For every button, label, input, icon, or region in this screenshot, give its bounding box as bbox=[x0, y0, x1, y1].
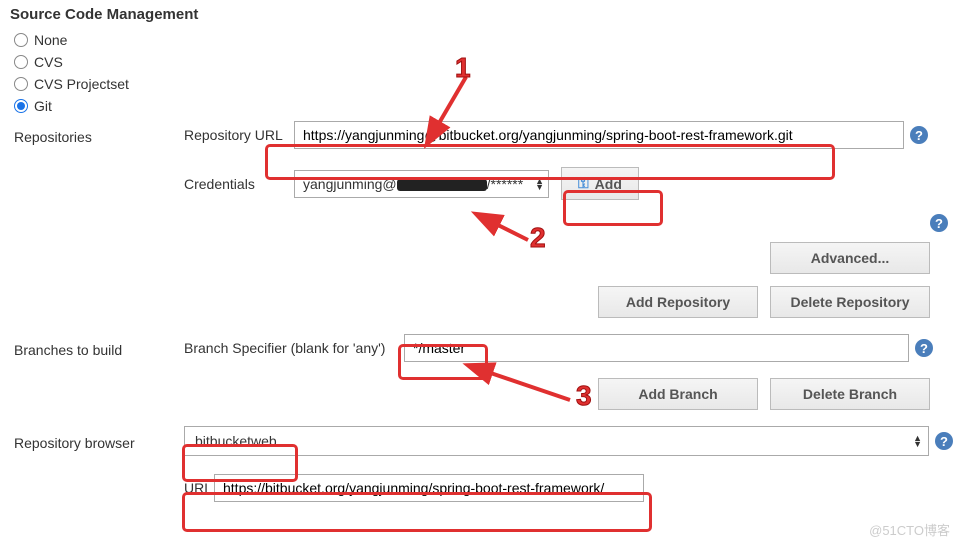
help-icon[interactable]: ? bbox=[935, 432, 953, 450]
credentials-select[interactable]: yangjunming@ /****** ▲▼ bbox=[294, 170, 549, 198]
annotation-number-2: 2 bbox=[530, 222, 546, 254]
scm-option-git[interactable]: Git bbox=[0, 95, 960, 117]
add-repository-button[interactable]: Add Repository bbox=[598, 286, 758, 318]
radio-label: None bbox=[34, 32, 67, 48]
add-branch-button[interactable]: Add Branch bbox=[598, 378, 758, 410]
help-icon[interactable]: ? bbox=[930, 214, 948, 232]
chevron-updown-icon: ▲▼ bbox=[913, 435, 922, 447]
scm-option-cvs-projectset[interactable]: CVS Projectset bbox=[0, 73, 960, 95]
radio-icon bbox=[14, 99, 28, 113]
scm-option-none[interactable]: None bbox=[0, 29, 960, 51]
repo-url-input[interactable] bbox=[294, 121, 904, 149]
repo-browser-label: Repository browser bbox=[14, 431, 184, 451]
scm-option-cvs[interactable]: CVS bbox=[0, 51, 960, 73]
credentials-value: yangjunming@ bbox=[303, 176, 397, 192]
chevron-updown-icon: ▲▼ bbox=[535, 178, 544, 190]
radio-label: Git bbox=[34, 98, 52, 114]
credentials-label: Credentials bbox=[184, 176, 294, 192]
branch-specifier-input[interactable] bbox=[404, 334, 909, 362]
browser-url-input[interactable] bbox=[214, 474, 644, 502]
add-button-label: Add bbox=[595, 176, 622, 192]
branch-specifier-label: Branch Specifier (blank for 'any') bbox=[184, 340, 404, 356]
branches-label: Branches to build bbox=[14, 338, 184, 358]
radio-icon bbox=[14, 77, 28, 91]
delete-branch-button[interactable]: Delete Branch bbox=[770, 378, 930, 410]
repo-browser-select[interactable]: bitbucketweb ▲▼ bbox=[184, 426, 929, 456]
browser-url-label: URL bbox=[184, 480, 214, 496]
repo-browser-value: bitbucketweb bbox=[195, 433, 277, 449]
annotation-number-1: 1 bbox=[455, 52, 471, 84]
help-icon[interactable]: ? bbox=[915, 339, 933, 357]
watermark: @51CTO博客 bbox=[869, 520, 950, 539]
section-title: Source Code Management bbox=[0, 0, 960, 29]
repo-url-label: Repository URL bbox=[184, 127, 294, 143]
radio-label: CVS bbox=[34, 54, 63, 70]
radio-icon bbox=[14, 33, 28, 47]
help-icon[interactable]: ? bbox=[910, 126, 928, 144]
radio-icon bbox=[14, 55, 28, 69]
annotation-number-3: 3 bbox=[576, 380, 592, 412]
credentials-mask: /****** bbox=[487, 176, 524, 192]
delete-repository-button[interactable]: Delete Repository bbox=[770, 286, 930, 318]
add-credentials-button[interactable]: ⚿ Add bbox=[561, 167, 639, 200]
repositories-label: Repositories bbox=[14, 125, 184, 145]
key-icon: ⚿ bbox=[578, 175, 589, 192]
radio-label: CVS Projectset bbox=[34, 76, 129, 92]
advanced-button[interactable]: Advanced... bbox=[770, 242, 930, 274]
